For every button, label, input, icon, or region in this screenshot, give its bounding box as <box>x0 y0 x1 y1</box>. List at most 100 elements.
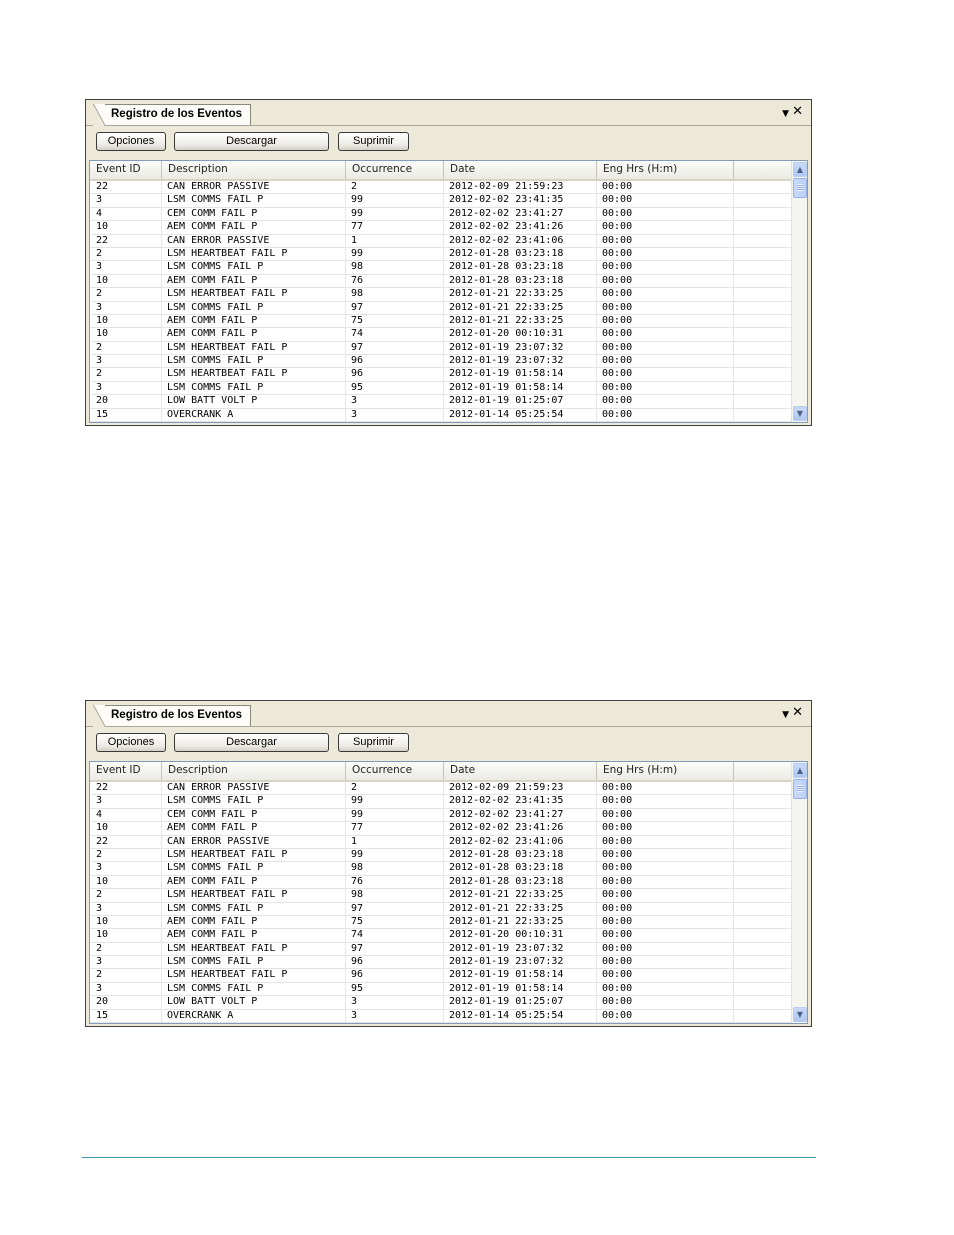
cell-event-id: 3 <box>96 902 103 914</box>
suprimir-button[interactable]: Suprimir <box>338 132 409 151</box>
cell-occurrence: 99 <box>351 194 364 206</box>
table-row[interactable]: 3 LSM COMMS FAIL P 98 2012-01-28 03:23:18 00… <box>90 862 794 876</box>
table-row[interactable]: 10 AEM COMM FAIL P 77 2012-02-02 23:41:26 00… <box>90 221 794 235</box>
table-row[interactable]: 15 OVERCRANK A 3 2012-01-14 05:25:54 00:00 <box>90 409 794 422</box>
table-row[interactable]: 3 LSM COMMS FAIL P 96 2012-01-19 23:07:32 00… <box>90 355 794 369</box>
cell-date: 2012-01-14 05:25:54 <box>449 1009 564 1021</box>
column-header-date[interactable]: Date <box>444 161 597 179</box>
table-row[interactable]: 20 LOW BATT VOLT P 3 2012-01-19 01:25:07 00:… <box>90 996 794 1010</box>
column-header-occurrence[interactable]: Occurrence <box>346 762 444 780</box>
cell-occurrence: 3 <box>351 395 358 407</box>
column-header-date[interactable]: Date <box>444 762 597 780</box>
cell-eng-hrs: 00:00 <box>602 929 633 941</box>
cell-eng-hrs: 00:00 <box>602 314 633 326</box>
cell-eng-hrs: 00:00 <box>602 782 633 793</box>
scroll-down-icon[interactable]: ▼ <box>793 406 807 421</box>
cell-description: LSM HEARTBEAT FAIL P <box>167 247 288 259</box>
cell-event-id: 10 <box>96 875 109 887</box>
cell-date: 2012-01-28 03:23:18 <box>449 247 564 259</box>
cell-occurrence: 2 <box>351 782 358 793</box>
column-header-eng-hrs[interactable]: Eng Hrs (H:m) <box>597 762 734 780</box>
table-row[interactable]: 2 LSM HEARTBEAT FAIL P 97 2012-01-19 23:07:… <box>90 942 794 957</box>
cell-eng-hrs: 00:00 <box>602 942 633 954</box>
scroll-down-icon[interactable]: ▼ <box>793 1007 807 1022</box>
table-row[interactable]: 3 LSM COMMS FAIL P 95 2012-01-19 01:58:14 00… <box>90 982 794 997</box>
cell-description: LSM HEARTBEAT FAIL P <box>167 969 288 981</box>
table-row[interactable]: 4 CEM COMM FAIL P 99 2012-02-02 23:41:27 00:… <box>90 207 794 222</box>
dropdown-arrow-icon[interactable]: ▼ <box>782 708 789 722</box>
cell-occurrence: 95 <box>351 982 364 994</box>
vertical-scrollbar[interactable]: ▲ ▼ <box>791 762 807 1023</box>
table-row[interactable]: 3 LSM COMMS FAIL P 96 2012-01-19 23:07:32 00… <box>90 956 794 970</box>
scroll-up-icon[interactable]: ▲ <box>793 162 807 177</box>
scroll-thumb[interactable] <box>793 779 807 799</box>
opciones-button[interactable]: Opciones <box>96 733 166 752</box>
cell-eng-hrs: 00:00 <box>602 862 633 874</box>
vertical-scrollbar[interactable]: ▲ ▼ <box>791 161 807 422</box>
column-header-event-id[interactable]: Event ID <box>90 161 162 179</box>
table-row[interactable]: 10 AEM COMM FAIL P 75 2012-01-21 22:33:25 00… <box>90 314 794 329</box>
table-row[interactable]: 15 OVERCRANK A 3 2012-01-14 05:25:54 00:00 <box>90 1010 794 1023</box>
table-row[interactable]: 10 AEM COMM FAIL P 77 2012-02-02 23:41:26 00… <box>90 822 794 836</box>
cell-occurrence: 96 <box>351 969 364 981</box>
cell-occurrence: 98 <box>351 862 364 874</box>
table-row[interactable]: 2 LSM HEARTBEAT FAIL P 99 2012-01-28 03:23:… <box>90 849 794 863</box>
table-row[interactable]: 22 CAN ERROR PASSIVE 1 2012-02-02 23:41:06 0… <box>90 836 794 849</box>
cell-description: CEM COMM FAIL P <box>167 207 258 219</box>
scroll-up-icon[interactable]: ▲ <box>793 763 807 778</box>
table-row[interactable]: 3 LSM COMMS FAIL P 99 2012-02-02 23:41:35 00… <box>90 795 794 809</box>
table-row[interactable]: 3 LSM COMMS FAIL P 99 2012-02-02 23:41:35 00… <box>90 194 794 208</box>
column-header-occurrence[interactable]: Occurrence <box>346 161 444 179</box>
cell-description: CAN ERROR PASSIVE <box>167 234 270 246</box>
tab-registro-eventos[interactable]: Registro de los Eventos <box>93 705 252 727</box>
dropdown-arrow-icon[interactable]: ▼ <box>782 107 789 121</box>
table-row[interactable]: 10 AEM COMM FAIL P 74 2012-01-20 00:10:31 00… <box>90 929 794 943</box>
descargar-button[interactable]: Descargar <box>174 733 329 752</box>
scroll-thumb[interactable] <box>793 178 807 198</box>
table-row[interactable]: 3 LSM COMMS FAIL P 95 2012-01-19 01:58:14 00… <box>90 382 794 396</box>
table-header: Event ID Description Occurrence Date Eng Hrs… <box>90 762 794 782</box>
close-icon[interactable]: ✕ <box>792 105 803 119</box>
table-row[interactable]: 3 LSM COMMS FAIL P 97 2012-01-21 22:33:25 00… <box>90 302 794 315</box>
column-header-description[interactable]: Description <box>162 762 346 780</box>
opciones-button[interactable]: Opciones <box>96 132 166 151</box>
tab-strip: Registro de los Eventos ▼ ✕ <box>86 701 811 727</box>
table-row[interactable]: 22 CAN ERROR PASSIVE 1 2012-02-02 23:41:06 0… <box>90 235 794 248</box>
cell-eng-hrs: 00:00 <box>602 301 633 313</box>
table-row[interactable]: 22 CAN ERROR PASSIVE 2 2012-02-09 21:59:23 0… <box>90 782 794 796</box>
table-row[interactable]: 2 LSM HEARTBEAT FAIL P 98 2012-01-21 22:33:… <box>90 889 794 903</box>
cell-description: CEM COMM FAIL P <box>167 808 258 820</box>
cell-occurrence: 98 <box>351 889 364 901</box>
cell-date: 2012-01-14 05:25:54 <box>449 408 564 420</box>
table-row[interactable]: 4 CEM COMM FAIL P 99 2012-02-02 23:41:27 00:… <box>90 808 794 823</box>
cell-date: 2012-02-02 23:41:27 <box>449 207 564 219</box>
cell-date: 2012-01-19 01:25:07 <box>449 395 564 407</box>
cell-occurrence: 98 <box>351 288 364 300</box>
tab-registro-eventos[interactable]: Registro de los Eventos <box>93 104 252 126</box>
cell-event-id: 3 <box>96 355 103 367</box>
table-row[interactable]: 2 LSM HEARTBEAT FAIL P 96 2012-01-19 01:58:… <box>90 969 794 983</box>
table-row[interactable]: 10 AEM COMM FAIL P 75 2012-01-21 22:33:25 00… <box>90 915 794 930</box>
column-header-eng-hrs[interactable]: Eng Hrs (H:m) <box>597 161 734 179</box>
column-header-event-id[interactable]: Event ID <box>90 762 162 780</box>
descargar-button[interactable]: Descargar <box>174 132 329 151</box>
table-row[interactable]: 3 LSM COMMS FAIL P 97 2012-01-21 22:33:25 00… <box>90 903 794 916</box>
cell-description: CAN ERROR PASSIVE <box>167 835 270 847</box>
table-row[interactable]: 20 LOW BATT VOLT P 3 2012-01-19 01:25:07 00:… <box>90 395 794 409</box>
column-header-description[interactable]: Description <box>162 161 346 179</box>
cell-event-id: 10 <box>96 915 109 927</box>
table-row[interactable]: 10 AEM COMM FAIL P 76 2012-01-28 03:23:18 00… <box>90 875 794 890</box>
table-row[interactable]: 3 LSM COMMS FAIL P 98 2012-01-28 03:23:18 00… <box>90 261 794 275</box>
suprimir-button[interactable]: Suprimir <box>338 733 409 752</box>
cell-occurrence: 1 <box>351 234 358 246</box>
table-row[interactable]: 2 LSM HEARTBEAT FAIL P 98 2012-01-21 22:33:… <box>90 288 794 302</box>
table-row[interactable]: 2 LSM HEARTBEAT FAIL P 96 2012-01-19 01:58:… <box>90 368 794 382</box>
close-icon[interactable]: ✕ <box>792 706 803 720</box>
table-row[interactable]: 10 AEM COMM FAIL P 76 2012-01-28 03:23:18 00… <box>90 275 794 289</box>
cell-occurrence: 76 <box>351 875 364 887</box>
cell-eng-hrs: 00:00 <box>602 207 633 219</box>
table-row[interactable]: 2 LSM HEARTBEAT FAIL P 97 2012-01-19 23:07:… <box>90 342 794 356</box>
table-row[interactable]: 2 LSM HEARTBEAT FAIL P 99 2012-01-28 03:23:… <box>90 247 794 262</box>
table-row[interactable]: 22 CAN ERROR PASSIVE 2 2012-02-09 21:59:23 0… <box>90 181 794 195</box>
table-row[interactable]: 10 AEM COMM FAIL P 74 2012-01-20 00:10:31 00… <box>90 328 794 342</box>
